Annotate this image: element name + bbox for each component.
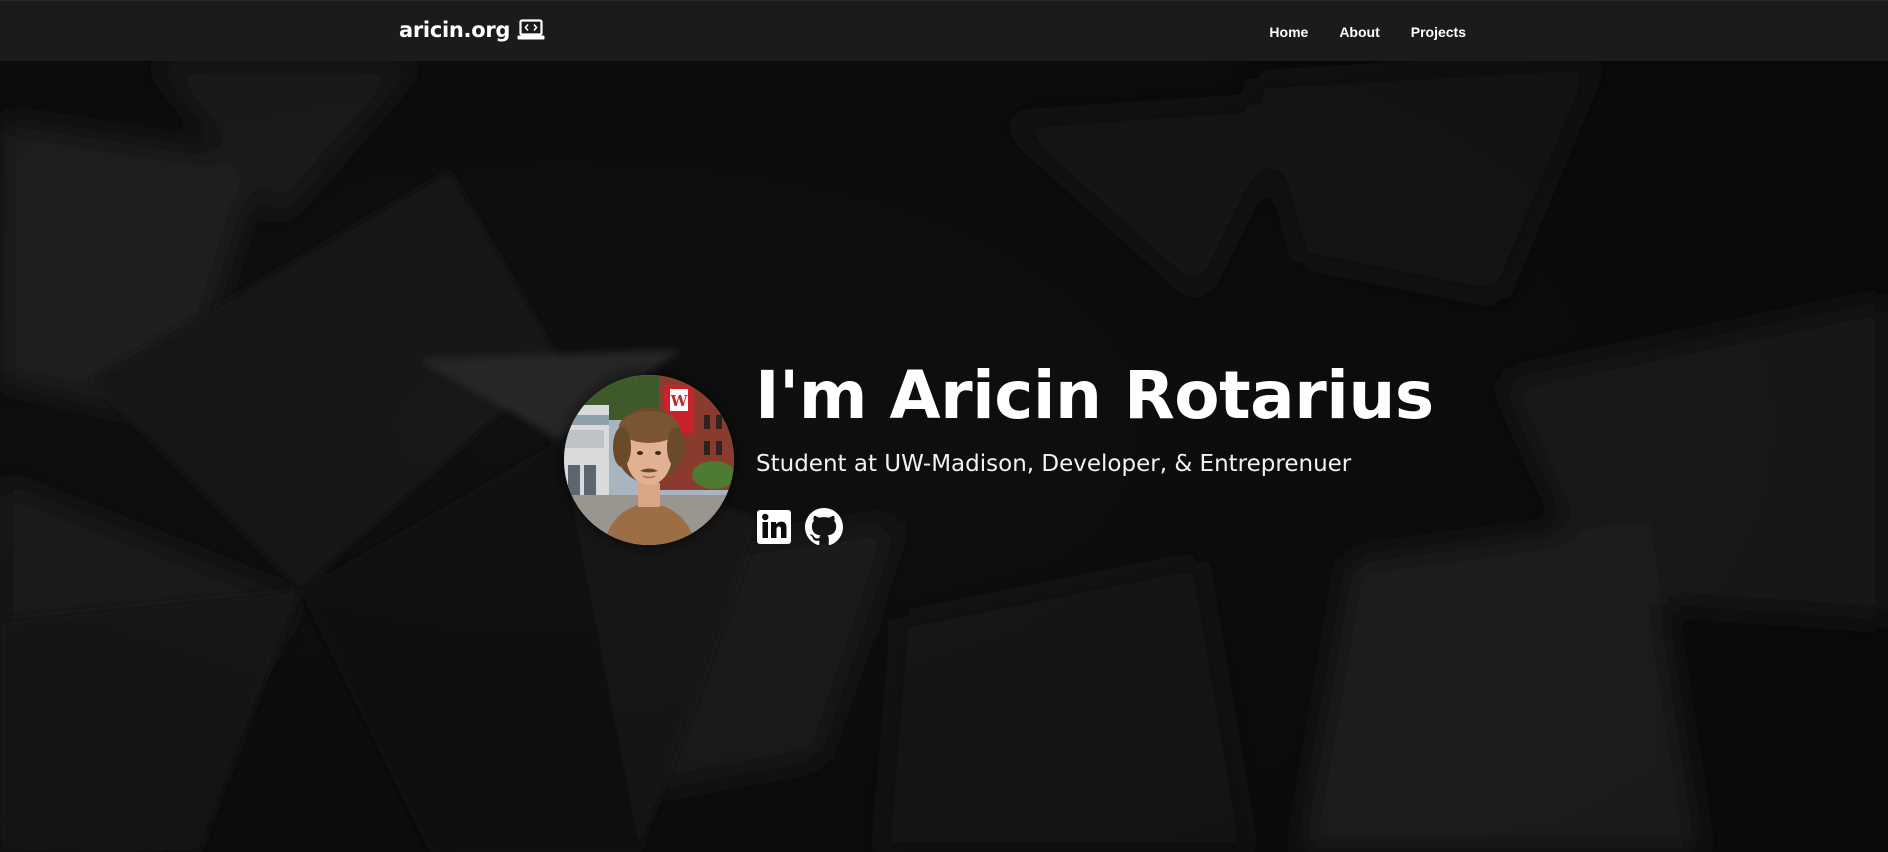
avatar: W [564, 375, 734, 545]
github-link[interactable] [805, 508, 843, 546]
nav-link-about[interactable]: About [1339, 24, 1379, 40]
hero-headline: I'm Aricin Rotarius [755, 357, 1434, 434]
brand-name: aricin.org [399, 18, 511, 42]
nav-link-home[interactable]: Home [1269, 24, 1308, 40]
hero-subtitle: Student at UW-Madison, Developer, & Entr… [756, 451, 1352, 477]
laptop-code-icon [517, 19, 545, 41]
social-links [756, 508, 843, 546]
linkedin-icon [757, 510, 791, 544]
linkedin-link[interactable] [756, 508, 792, 546]
profile-photo: W [564, 375, 734, 545]
brand-link[interactable]: aricin.org [399, 18, 545, 42]
github-icon [805, 508, 843, 546]
svg-text:W: W [670, 392, 689, 410]
page: aricin.org Home About Projects W I'm Ari… [0, 0, 1888, 852]
hero-section: W I'm Aricin Rotarius Student at UW-Madi… [0, 61, 1888, 852]
navbar: aricin.org Home About Projects [0, 0, 1888, 61]
nav-links: Home About Projects [1269, 24, 1466, 40]
nav-link-projects[interactable]: Projects [1411, 24, 1466, 40]
